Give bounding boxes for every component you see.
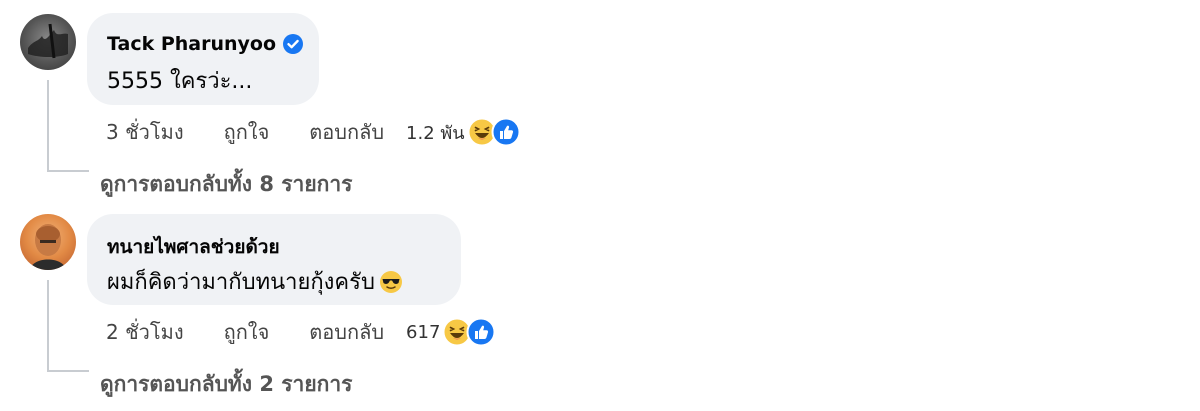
comment-text-content: 5555 ใครว่ะ... (107, 69, 253, 94)
reaction-count[interactable]: 617 (406, 322, 440, 343)
verified-badge-icon (282, 33, 304, 55)
like-icon[interactable] (466, 317, 496, 347)
author-name[interactable]: Tack Pharunyoo (107, 33, 276, 55)
comment-text: 5555 ใครว่ะ... (107, 63, 252, 98)
like-icon[interactable] (491, 117, 521, 147)
thread-connector-line (47, 170, 89, 172)
thread-connector-line (47, 370, 89, 372)
reply-button[interactable]: ตอบกลับ (309, 316, 384, 348)
thread-connector-line (47, 280, 49, 372)
author-name[interactable]: ทนายไพศาลช่วยด้วย (107, 232, 280, 262)
avatar[interactable] (20, 214, 76, 270)
like-button[interactable]: ถูกใจ (224, 316, 270, 348)
comment-timestamp[interactable]: 3 ชั่วโมง (106, 116, 184, 148)
comment-actions: 3 ชั่วโมง ถูกใจ ตอบกลับ 1.2 พัน (106, 116, 521, 148)
comment-thread: Tack Pharunyoo 5555 ใครว่ะ... 3 ชั่วโมง … (0, 0, 1200, 411)
view-replies-link[interactable]: ดูการตอบกลับทั้ง 8 รายการ (100, 168, 352, 201)
sunglasses-emoji-icon (379, 270, 403, 294)
comment-bubble: Tack Pharunyoo 5555 ใครว่ะ... (87, 13, 319, 105)
thread-connector-line (47, 80, 49, 172)
reaction-count[interactable]: 1.2 พัน (406, 118, 465, 147)
avatar[interactable] (20, 14, 76, 70)
reply-button[interactable]: ตอบกลับ (309, 116, 384, 148)
comment-text-content: ผมก็คิดว่ามากับทนายกุ้งครับ (107, 270, 375, 295)
comment-author[interactable]: ทนายไพศาลช่วยด้วย (107, 232, 280, 262)
comment-timestamp[interactable]: 2 ชั่วโมง (106, 316, 184, 348)
comment-bubble: ทนายไพศาลช่วยด้วย ผมก็คิดว่ามากับทนายกุ้… (87, 214, 461, 305)
comment-author[interactable]: Tack Pharunyoo (107, 33, 304, 55)
view-replies-link[interactable]: ดูการตอบกลับทั้ง 2 รายการ (100, 368, 352, 401)
like-button[interactable]: ถูกใจ (224, 116, 270, 148)
comment-actions: 2 ชั่วโมง ถูกใจ ตอบกลับ 617 (106, 316, 496, 348)
comment-text: ผมก็คิดว่ามากับทนายกุ้งครับ (107, 264, 403, 299)
